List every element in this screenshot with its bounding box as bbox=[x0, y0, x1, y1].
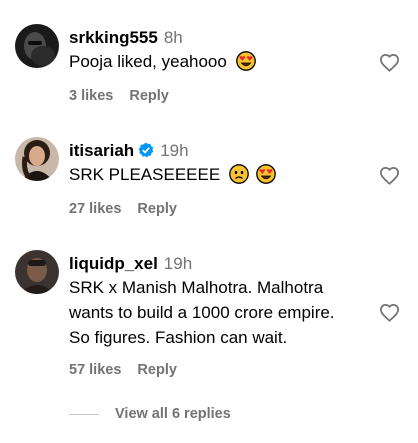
heart-eyes-emoji bbox=[255, 164, 276, 191]
comment-time: 19h bbox=[160, 141, 189, 160]
likes-count[interactable]: 3 likes bbox=[69, 88, 113, 104]
comment-username[interactable]: srkking555 8h bbox=[69, 28, 183, 48]
heart-outline-icon bbox=[379, 54, 400, 72]
sad-face-emoji bbox=[229, 164, 249, 191]
comment-time: 8h bbox=[163, 28, 183, 47]
view-replies-button[interactable]: View all 6 replies bbox=[69, 406, 231, 422]
reply-button[interactable]: Reply bbox=[137, 201, 177, 217]
reply-button[interactable]: Reply bbox=[129, 88, 169, 104]
heart-outline-icon bbox=[379, 167, 400, 185]
comment-time: 19h bbox=[163, 254, 193, 273]
comment-text: SRK x Manish Malhotra. Malhotra wants to… bbox=[69, 278, 335, 347]
reply-button[interactable]: Reply bbox=[137, 362, 177, 378]
like-button[interactable] bbox=[379, 53, 400, 77]
likes-count[interactable]: 27 likes bbox=[69, 201, 121, 217]
comment-meta: 57 likes Reply bbox=[69, 362, 177, 378]
view-replies-label: View all 6 replies bbox=[115, 406, 231, 422]
comment-text: Pooja liked, yeahooo bbox=[69, 49, 369, 78]
like-button[interactable] bbox=[379, 166, 400, 190]
comment-meta: 27 likes Reply bbox=[69, 201, 177, 217]
replies-divider bbox=[69, 413, 99, 415]
likes-count[interactable]: 57 likes bbox=[69, 362, 121, 378]
avatar[interactable] bbox=[15, 24, 59, 68]
heart-outline-icon bbox=[379, 304, 400, 322]
like-button[interactable] bbox=[379, 303, 400, 327]
avatar[interactable] bbox=[15, 250, 59, 294]
comment-username[interactable]: liquidp_xel 19h bbox=[69, 254, 192, 274]
comment-text: SRK PLEASEEEEE bbox=[69, 162, 369, 191]
comment-meta: 3 likes Reply bbox=[69, 88, 169, 104]
verified-badge-icon bbox=[138, 142, 154, 163]
avatar[interactable] bbox=[15, 137, 59, 181]
comment-username[interactable]: itisariah 19h bbox=[69, 141, 189, 163]
heart-eyes-emoji bbox=[235, 51, 256, 78]
